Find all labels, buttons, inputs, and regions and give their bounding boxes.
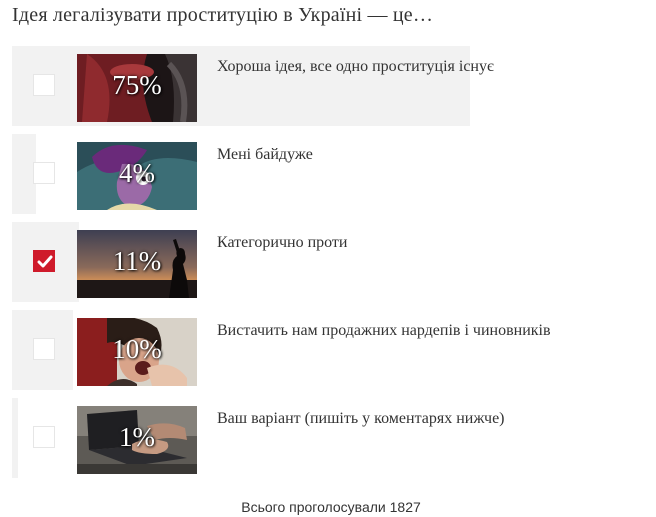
poll-question: Ідея легалізувати проституцію в Україні …	[12, 4, 434, 26]
poll-widget: Ідея легалізувати проституцію в Україні …	[0, 0, 656, 517]
option-percent: 1%	[119, 422, 155, 452]
cartoon-woman-image: 4%	[77, 142, 197, 210]
checkmark-icon	[37, 255, 53, 268]
option-percent: 75%	[112, 70, 162, 100]
poll-option[interactable]: 4% Мені байдуже	[12, 134, 622, 214]
option-checkbox[interactable]	[33, 250, 55, 272]
option-label: Категорично проти	[217, 234, 348, 251]
option-checkbox[interactable]	[33, 426, 55, 448]
poll-option[interactable]: 10% Вистачить нам продажних нардепів і ч…	[12, 310, 622, 390]
silhouette-sunset-photo: 11%	[77, 230, 197, 298]
result-bar	[12, 398, 18, 478]
option-label: Хороша ідея, все одно проституція існує	[217, 58, 494, 75]
shouting-woman-photo: 10%	[77, 318, 197, 386]
option-label: Вистачить нам продажних нардепів і чинов…	[217, 322, 551, 339]
stockings-photo: 75%	[77, 54, 197, 122]
option-checkbox[interactable]	[33, 74, 55, 96]
poll-option[interactable]: 1% Ваш варіант (пишіть у коментарях нижч…	[12, 398, 622, 478]
poll-option[interactable]: 11% Категорично проти	[12, 222, 622, 302]
poll-option[interactable]: 75% Хороша ідея, все одно проституція іс…	[12, 46, 622, 126]
option-percent: 4%	[119, 158, 155, 188]
option-label: Ваш варіант (пишіть у коментарях нижче)	[217, 410, 505, 427]
laptop-typing-photo: 1%	[77, 406, 197, 474]
total-votes: Всього проголосували 1827	[241, 499, 421, 515]
option-checkbox[interactable]	[33, 338, 55, 360]
option-percent: 10%	[112, 334, 162, 364]
option-checkbox[interactable]	[33, 162, 55, 184]
option-label: Мені байдуже	[217, 146, 313, 163]
option-percent: 11%	[112, 246, 162, 276]
